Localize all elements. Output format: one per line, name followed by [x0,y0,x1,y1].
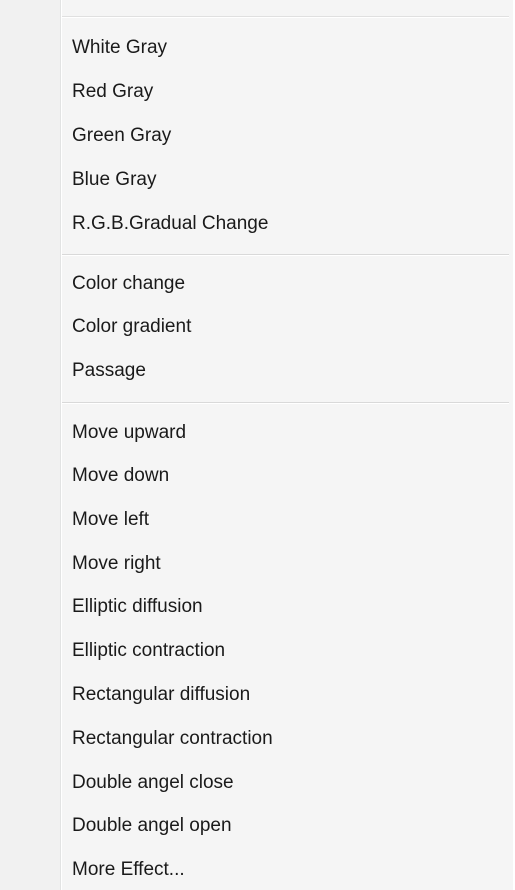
menu-item-more-effect[interactable]: More Effect... [62,850,509,890]
menu-icon-gutter [0,0,60,890]
menu-item-rgb-gradual-change[interactable]: R.G.B.Gradual Change [62,204,509,244]
menu-item-color-change[interactable]: Color change [62,264,509,304]
menu-item-move-down[interactable]: Move down [62,456,509,496]
context-menu: White Gray Red Gray Green Gray Blue Gray… [0,0,515,890]
menu-item-elliptic-diffusion[interactable]: Elliptic diffusion [62,587,509,627]
menu-item-red-gray[interactable]: Red Gray [62,72,509,112]
menu-item-double-angel-close[interactable]: Double angel close [62,763,509,803]
menu-item-color-gradient[interactable]: Color gradient [62,307,509,347]
menu-item-rectangular-diffusion[interactable]: Rectangular diffusion [62,675,509,715]
menu-item-green-gray[interactable]: Green Gray [62,116,509,156]
menu-item-passage[interactable]: Passage [62,351,509,391]
menu-item-elliptic-contraction[interactable]: Elliptic contraction [62,631,509,671]
menu-separator-top-highlight [62,17,509,18]
menu-item-move-right[interactable]: Move right [62,544,509,584]
menu-item-double-angel-open[interactable]: Double angel open [62,806,509,846]
menu-item-rectangular-contraction[interactable]: Rectangular contraction [62,719,509,759]
menu-item-blue-gray[interactable]: Blue Gray [62,160,509,200]
menu-item-move-upward[interactable]: Move upward [62,413,509,453]
menu-separator-highlight [62,403,509,404]
menu-item-white-gray[interactable]: White Gray [62,28,509,68]
menu-separator-highlight [62,255,509,256]
menu-item-move-left[interactable]: Move left [62,500,509,540]
